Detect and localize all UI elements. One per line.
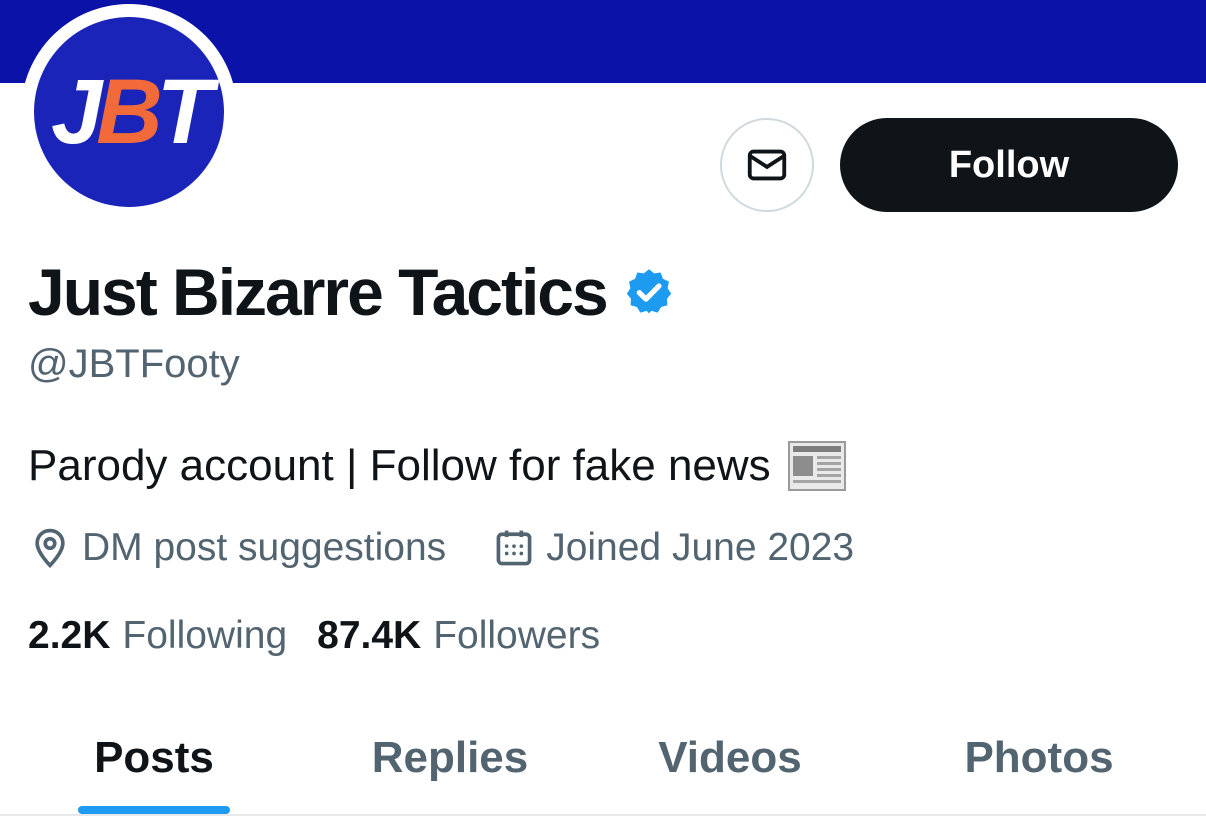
- avatar-letter-t: T: [156, 60, 213, 163]
- avatar-logo: JBT: [34, 17, 224, 207]
- tab-posts[interactable]: Posts: [30, 700, 278, 815]
- avatar[interactable]: JBT: [34, 17, 224, 207]
- name-row: Just Bizarre Tactics: [28, 252, 675, 332]
- location-text: DM post suggestions: [82, 526, 447, 569]
- location-pin-icon: [35, 528, 65, 569]
- following-label: Following: [122, 614, 288, 657]
- display-name: Just Bizarre Tactics: [28, 255, 609, 329]
- tab-photos[interactable]: Photos: [920, 700, 1158, 815]
- profile-meta: DM post suggestions Joined June 2023: [28, 522, 854, 574]
- followers-label: Followers: [433, 614, 601, 657]
- followers-count: 87.4K: [317, 614, 422, 657]
- profile-tabs: Posts Replies Videos Photos: [0, 700, 1206, 815]
- follow-stats: 2.2K Following 87.4K Followers: [28, 610, 600, 662]
- tab-replies[interactable]: Replies: [330, 700, 570, 815]
- tab-videos[interactable]: Videos: [610, 700, 850, 815]
- newspaper-emoji-icon: [787, 441, 846, 491]
- active-tab-indicator: [78, 806, 230, 814]
- following-count: 2.2K: [28, 614, 111, 657]
- tabs-divider: [0, 814, 1206, 816]
- bio: Parody account | Follow for fake news: [28, 440, 847, 492]
- bio-text: Parody account | Follow for fake news: [28, 441, 771, 490]
- avatar-letter-b: B: [96, 60, 162, 163]
- follow-button[interactable]: Follow: [840, 118, 1178, 212]
- envelope-icon: [747, 149, 787, 181]
- handle: @JBTFooty: [28, 342, 240, 386]
- message-button[interactable]: [720, 118, 814, 212]
- joined-date: Joined June 2023: [546, 526, 855, 569]
- verified-badge-icon[interactable]: [623, 266, 675, 318]
- calendar-icon: [496, 530, 532, 566]
- avatar-letter-j: J: [51, 60, 102, 163]
- following-link[interactable]: 2.2K Following: [28, 614, 287, 658]
- followers-link[interactable]: 87.4K Followers: [317, 614, 600, 658]
